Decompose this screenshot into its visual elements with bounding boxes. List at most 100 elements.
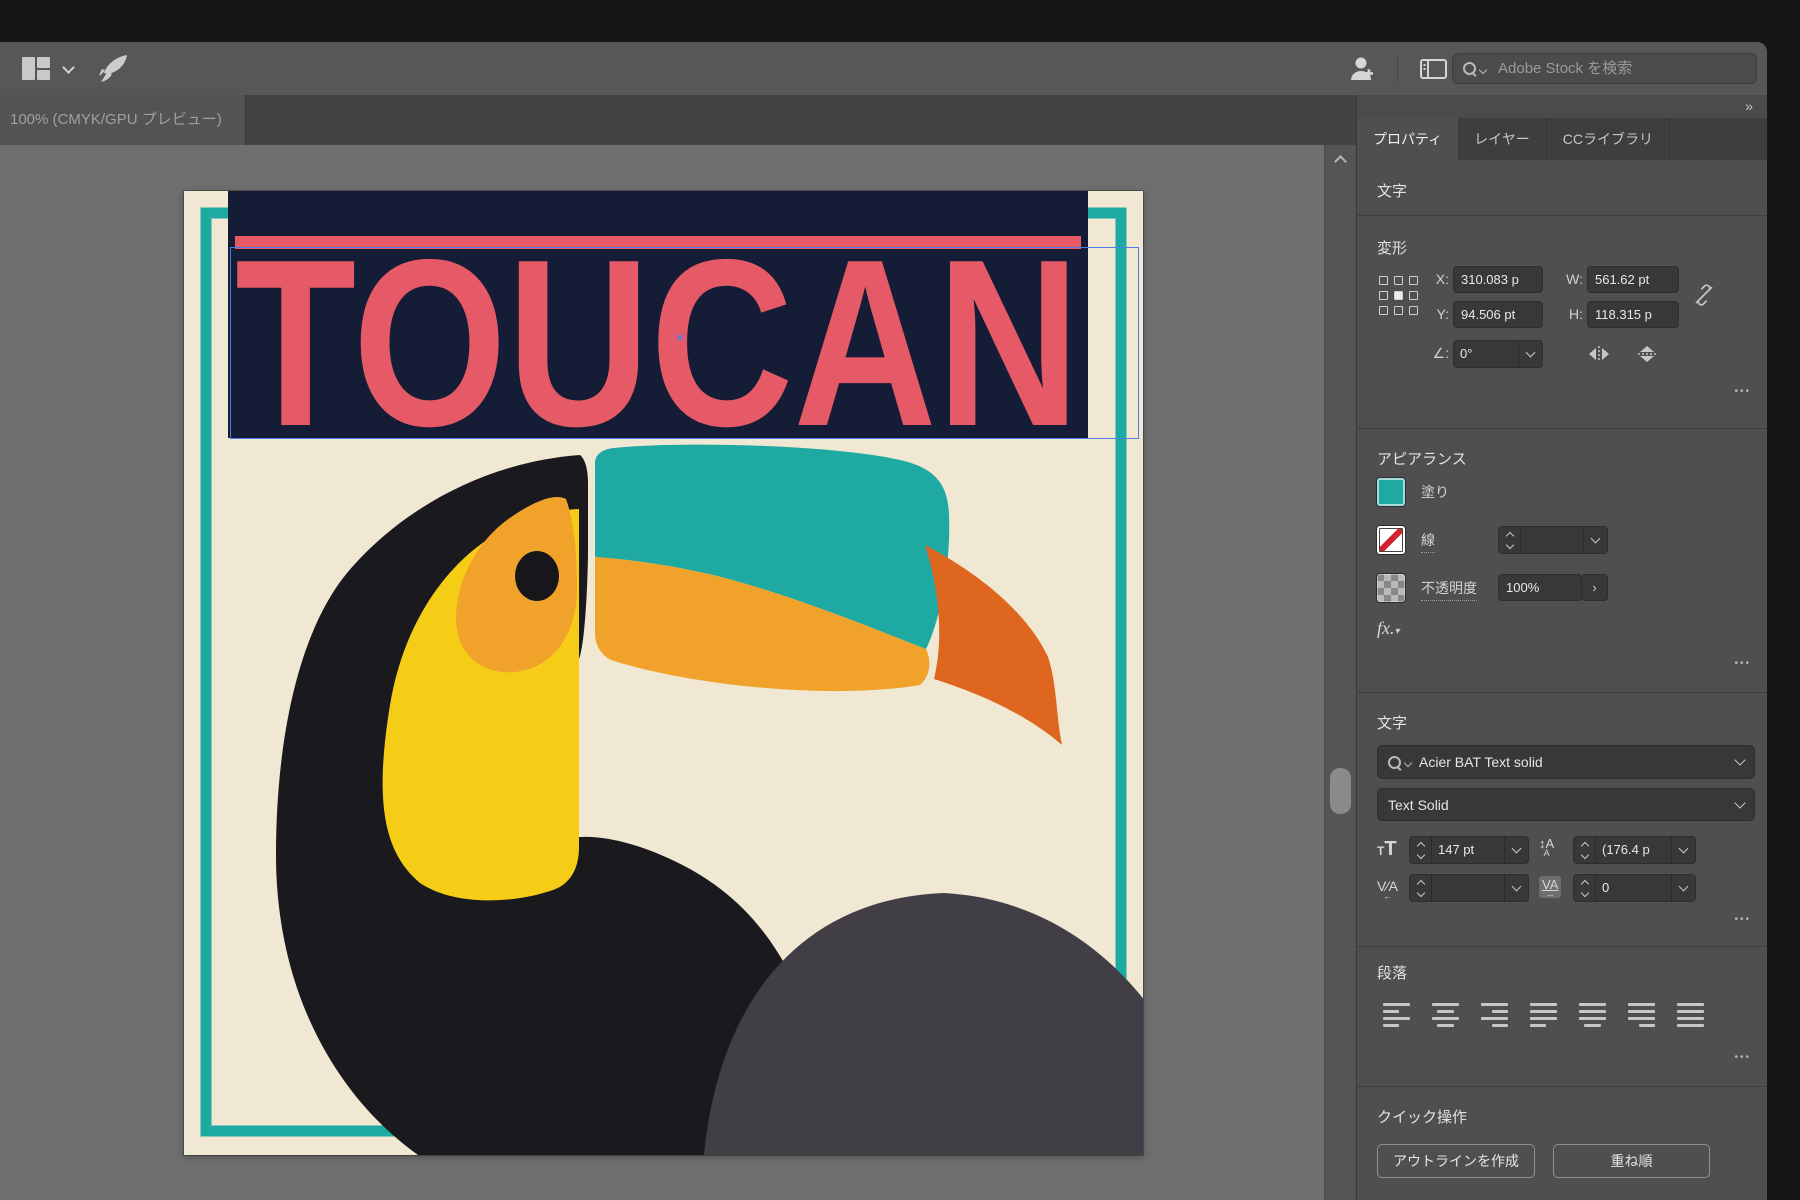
stroke-chevron-icon[interactable] (1583, 527, 1607, 553)
opacity-label[interactable]: 不透明度 (1421, 578, 1477, 601)
w-field[interactable]: 561.62 pt (1587, 266, 1679, 293)
justify-last-right-icon[interactable] (1628, 1002, 1655, 1028)
font-style-picker[interactable]: Text Solid (1377, 788, 1755, 821)
stroke-label[interactable]: 線 (1421, 530, 1435, 553)
search-scope-chevron-icon[interactable] (1478, 65, 1488, 74)
font-size-row: TT 147 pt ↕A A (176.4 p (1377, 836, 1755, 868)
appearance-more-options[interactable]: ••• (1734, 658, 1751, 669)
align-left-icon[interactable] (1383, 1002, 1410, 1028)
illustrator-window: 100% (CMYK/GPU プレビュー) TOUCAN (0, 42, 1767, 1200)
character-section-title: 文字 (1377, 715, 1408, 732)
font-family-picker[interactable]: Acier BAT Text solid (1377, 745, 1755, 779)
font-size-icon: TT (1377, 838, 1397, 860)
opacity-swatch-icon[interactable] (1377, 574, 1405, 602)
font-family-chevron-icon[interactable] (1734, 754, 1746, 766)
canvas-scrollbar[interactable] (1324, 145, 1356, 1200)
stroke-stepper-icon[interactable] (1499, 527, 1521, 553)
transform-section: X: 310.083 p W: 561.62 pt Y: 94.506 pt H… (1377, 266, 1755, 378)
x-label: X: (1435, 271, 1449, 287)
quick-actions-title: クイック操作 (1377, 1109, 1468, 1126)
y-label: Y: (1436, 306, 1449, 322)
kerning-icon: V⁄A ← (1377, 878, 1399, 901)
invite-user-icon[interactable] (1347, 54, 1377, 89)
toucan-eye (515, 551, 559, 601)
font-search-icon (1388, 755, 1401, 769)
link-dimensions-icon[interactable] (1693, 284, 1715, 311)
stroke-row: 線 (1377, 526, 1755, 558)
font-size-control[interactable]: 147 pt (1409, 836, 1529, 864)
tracking-chevron-icon[interactable] (1671, 875, 1695, 901)
selection-bounding-box[interactable] (230, 247, 1139, 439)
tracking-icon: VA ↔ (1539, 876, 1562, 899)
transform-more-options[interactable]: ••• (1734, 386, 1751, 397)
scrollbar-thumb[interactable] (1330, 768, 1351, 814)
panel-tabs: プロパティ レイヤー CCライブラリ (1357, 118, 1767, 160)
leading-control[interactable]: (176.4 p (1573, 836, 1696, 864)
adobe-stock-search (1452, 53, 1757, 84)
document-tab-bar: 100% (CMYK/GPU プレビュー) (0, 95, 1356, 145)
text-anchor-marker: × (676, 330, 684, 345)
flip-horizontal-icon[interactable] (1587, 344, 1611, 364)
justify-last-center-icon[interactable] (1579, 1002, 1606, 1028)
paragraph-section-title: 段落 (1377, 965, 1408, 982)
quick-actions-row: アウトラインを作成 重ね順 (1377, 1144, 1755, 1180)
document-tab[interactable]: 100% (CMYK/GPU プレビュー) (0, 95, 246, 145)
justify-all-icon[interactable] (1677, 1002, 1704, 1028)
opacity-row: 不透明度 100% › (1377, 574, 1755, 606)
fill-swatch[interactable] (1377, 478, 1405, 506)
opacity-expand-button[interactable]: › (1581, 574, 1608, 601)
leading-chevron-icon[interactable] (1671, 837, 1695, 863)
y-field[interactable]: 94.506 pt (1453, 301, 1543, 328)
appbar-separator (1397, 56, 1398, 82)
h-label: H: (1569, 306, 1583, 322)
fill-row: 塗り (1377, 478, 1755, 510)
align-center-icon[interactable] (1432, 1002, 1459, 1028)
arrange-button[interactable]: 重ね順 (1553, 1144, 1710, 1178)
font-style-name: Text Solid (1388, 796, 1449, 813)
canvas[interactable]: TOUCAN × (0, 145, 1356, 1200)
paragraph-more-options[interactable]: ••• (1734, 1052, 1751, 1063)
tab-layers[interactable]: レイヤー (1458, 118, 1547, 160)
x-field[interactable]: 310.083 p (1453, 266, 1543, 293)
reference-point-selector[interactable] (1379, 276, 1418, 315)
fill-label: 塗り (1421, 484, 1449, 500)
tracking-control[interactable]: 0 (1573, 874, 1696, 902)
scroll-up-icon[interactable] (1334, 155, 1347, 168)
selection-type-label: 文字 (1377, 183, 1408, 200)
rotation-combo[interactable]: 0° (1453, 340, 1543, 368)
properties-panel: 文字 変形 X: 310.083 p W: 561.62 pt Y: 94.50… (1357, 160, 1767, 1200)
app-bar (0, 42, 1767, 95)
stroke-weight-control[interactable] (1498, 526, 1608, 554)
appearance-section-title: アピアランス (1377, 451, 1467, 468)
expand-panels-icon[interactable]: » (1357, 95, 1767, 118)
font-size-chevron-icon[interactable] (1504, 837, 1528, 863)
tab-cc-libraries[interactable]: CCライブラリ (1547, 118, 1670, 160)
kerning-control[interactable] (1409, 874, 1529, 902)
search-icon (1463, 62, 1476, 75)
workspace-switcher-icon[interactable] (22, 57, 52, 80)
flip-vertical-icon[interactable] (1635, 344, 1659, 364)
artboard[interactable]: TOUCAN × (184, 191, 1143, 1155)
font-style-chevron-icon[interactable] (1734, 796, 1746, 809)
stroke-swatch[interactable] (1377, 526, 1405, 554)
font-family-name: Acier BAT Text solid (1419, 754, 1543, 770)
h-field[interactable]: 118.315 p (1587, 301, 1679, 328)
fx-button[interactable]: fx.▾ (1377, 618, 1755, 639)
transform-section-title: 変形 (1377, 240, 1408, 257)
workspace-chevron-down-icon[interactable] (62, 61, 75, 74)
kerning-chevron-icon[interactable] (1504, 875, 1528, 901)
create-outlines-button[interactable]: アウトラインを作成 (1377, 1144, 1535, 1178)
paragraph-align-row (1377, 1002, 1755, 1030)
tab-properties[interactable]: プロパティ (1357, 118, 1459, 160)
gpu-rocket-icon[interactable] (96, 53, 130, 90)
arrange-documents-icon[interactable] (1420, 59, 1448, 84)
w-label: W: (1566, 271, 1583, 287)
align-right-icon[interactable] (1481, 1002, 1508, 1028)
justify-last-left-icon[interactable] (1530, 1002, 1557, 1028)
screen: 100% (CMYK/GPU プレビュー) TOUCAN (0, 0, 1800, 1200)
character-more-options[interactable]: ••• (1734, 914, 1751, 925)
opacity-field[interactable]: 100% (1498, 574, 1582, 601)
rotation-chevron-icon[interactable] (1518, 341, 1542, 367)
kerning-row: V⁄A ← VA ↔ 0 (1377, 874, 1755, 906)
search-input[interactable] (1496, 59, 1746, 78)
